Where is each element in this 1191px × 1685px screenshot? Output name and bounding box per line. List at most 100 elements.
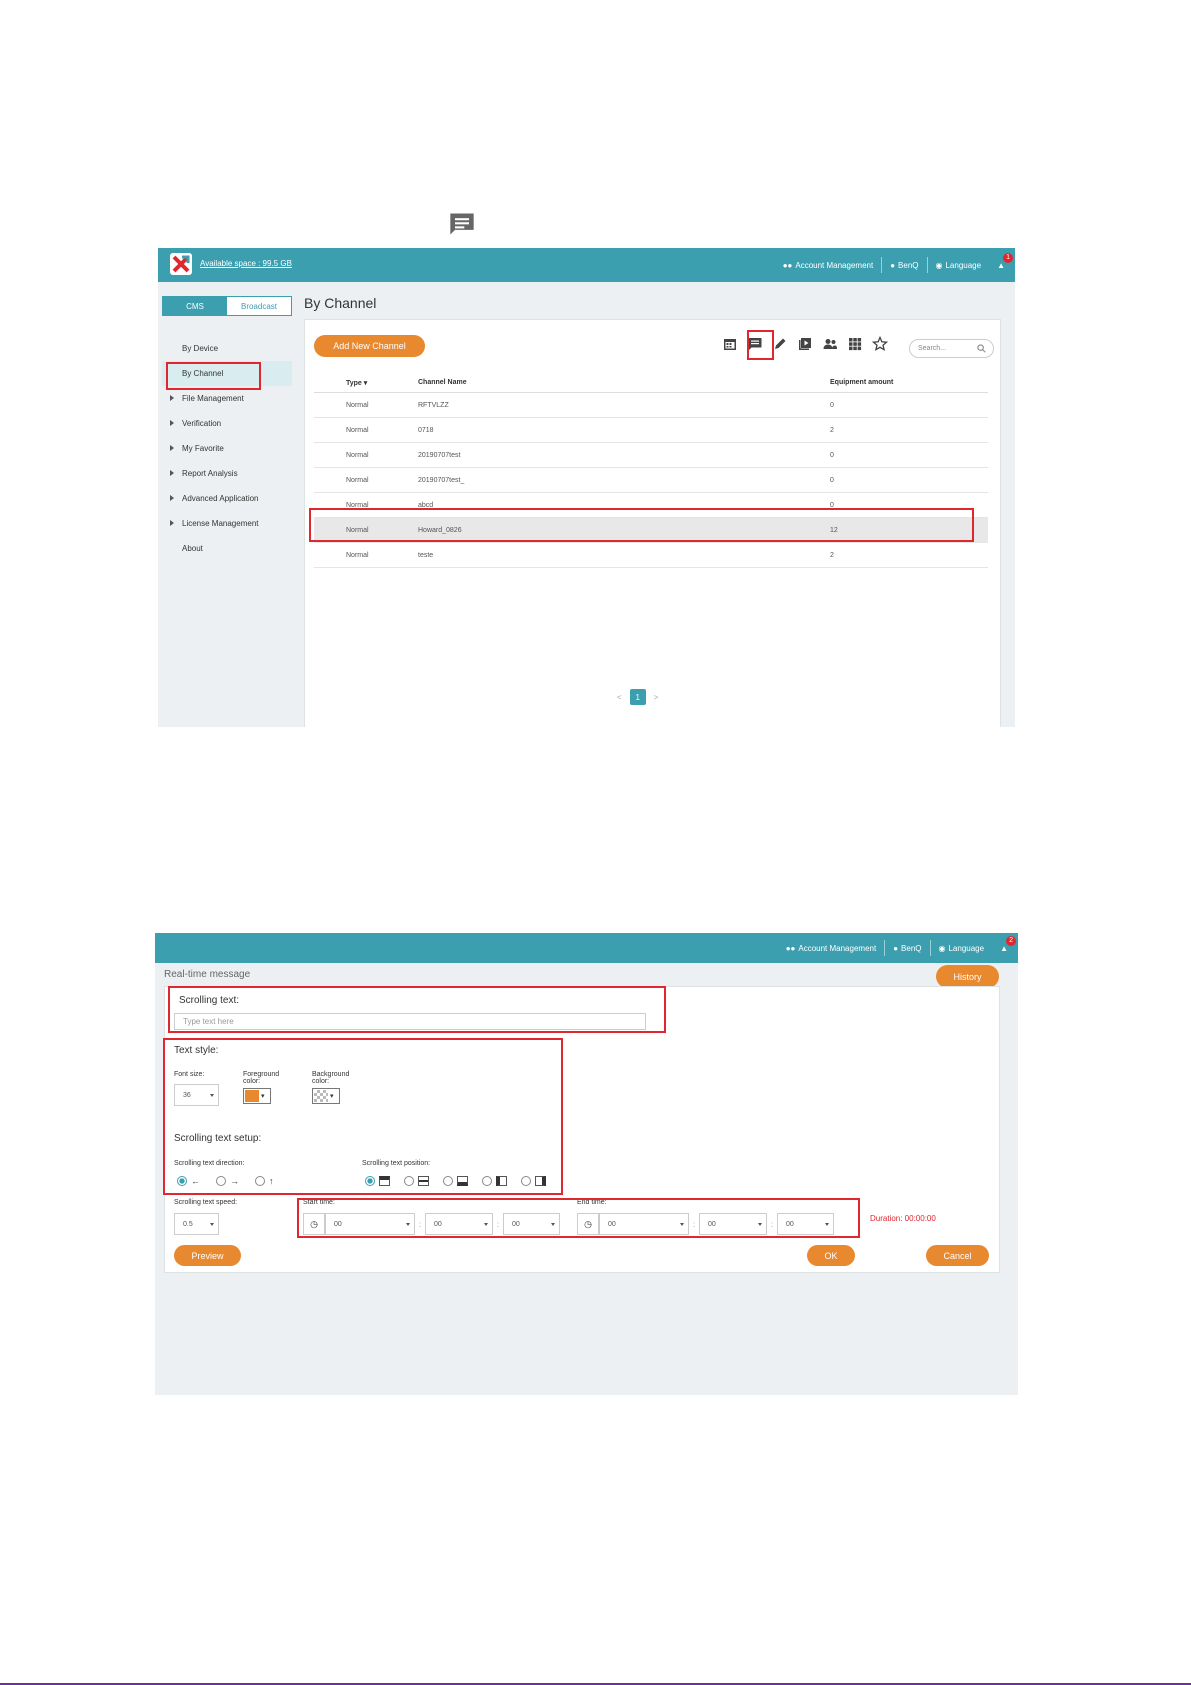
- highlight-selected-row: [309, 508, 974, 542]
- sidebar-item-label: Report Analysis: [182, 469, 238, 478]
- channel-list-screenshot: Available space : 99.5 GB ●● Account Man…: [158, 248, 1015, 727]
- mode-toggle: CMS Broadcast: [162, 296, 292, 316]
- channel-name-column-header: Channel Name: [418, 379, 467, 386]
- highlight-text-style: [163, 1038, 563, 1195]
- edit-icon[interactable]: [772, 336, 788, 352]
- table-cell-equipment: 2: [830, 551, 834, 559]
- user-icon: ●: [893, 943, 899, 953]
- table-row[interactable]: Normal RFTVLZZ 0: [314, 393, 988, 418]
- table-cell-type: Normal: [346, 401, 369, 409]
- highlight-time-range: [297, 1198, 860, 1238]
- next-page[interactable]: >: [654, 693, 659, 702]
- message-icon: [450, 213, 474, 235]
- user-icon: ●: [890, 260, 896, 270]
- users-icon: ●●: [785, 943, 796, 953]
- cancel-button[interactable]: Cancel: [926, 1245, 989, 1266]
- tab-cms[interactable]: CMS: [163, 297, 227, 315]
- notification-bell[interactable]: ▲ 1: [989, 252, 1013, 270]
- caret-right-icon: [170, 445, 174, 451]
- table-row[interactable]: Normal 20190707test_ 0: [314, 468, 988, 493]
- sidebar-item-label: File Management: [182, 394, 244, 403]
- table-cell-type: Normal: [346, 451, 369, 459]
- available-space: Available space : 99.5 GB: [200, 259, 292, 268]
- globe-icon: ◉: [938, 943, 946, 953]
- table-cell-type: Normal: [346, 551, 369, 559]
- table-row[interactable]: Normal teste 2: [314, 543, 988, 568]
- page-title: By Channel: [304, 295, 377, 311]
- sidebar-item-label: By Device: [182, 344, 219, 353]
- sidebar-item-label: License Management: [182, 519, 259, 528]
- add-new-channel-button[interactable]: Add New Channel: [314, 335, 425, 357]
- account-management-link[interactable]: ●● Account Management: [778, 944, 885, 953]
- sidebar-item-3[interactable]: Verification: [162, 411, 292, 436]
- caret-right-icon: [170, 520, 174, 526]
- notification-badge: 1: [1003, 252, 1013, 263]
- ok-button[interactable]: OK: [807, 1245, 855, 1266]
- preview-button[interactable]: Preview: [174, 1245, 241, 1266]
- account-management-link[interactable]: ●● Account Management: [775, 261, 882, 270]
- sidebar-item-label: About: [182, 544, 203, 553]
- sidebar-item-label: Advanced Application: [182, 494, 259, 503]
- top-bar: ●● Account Management ● BenQ ◉ Language …: [155, 933, 1018, 963]
- top-bar: Available space : 99.5 GB ●● Account Man…: [158, 248, 1015, 282]
- sidebar-item-label: My Favorite: [182, 444, 224, 453]
- caret-right-icon: [170, 495, 174, 501]
- equipment-column-header: Equipment amount: [830, 379, 894, 386]
- grid-icon[interactable]: [847, 336, 863, 352]
- table-cell-type: Normal: [346, 426, 369, 434]
- table-cell-name: 0718: [418, 426, 434, 434]
- table-cell-equipment: 0: [830, 451, 834, 459]
- highlight-by-channel: [166, 362, 261, 390]
- caret-right-icon: [170, 420, 174, 426]
- user-menu[interactable]: ● BenQ: [882, 261, 926, 270]
- sidebar-item-8[interactable]: About: [162, 536, 292, 561]
- table-cell-name: RFTVLZZ: [418, 401, 449, 409]
- duration-text: Duration: 00:00:00: [870, 1214, 936, 1223]
- star-icon[interactable]: [872, 336, 888, 352]
- bell-icon: ▲: [997, 260, 1005, 270]
- notification-badge: 2: [1006, 935, 1016, 946]
- caret-right-icon: [170, 395, 174, 401]
- sidebar-item-label: Verification: [182, 419, 222, 428]
- pagination: < 1 >: [617, 689, 658, 705]
- highlight-scrolling-text: [168, 986, 666, 1033]
- language-menu[interactable]: ◉ Language: [931, 944, 993, 953]
- highlight-message-icon: [747, 330, 774, 360]
- sidebar-item-5[interactable]: Report Analysis: [162, 461, 292, 486]
- sidebar-item-4[interactable]: My Favorite: [162, 436, 292, 461]
- table-row[interactable]: Normal 0718 2: [314, 418, 988, 443]
- sidebar-item-6[interactable]: Advanced Application: [162, 486, 292, 511]
- search-placeholder: Search...: [918, 345, 947, 352]
- search-input[interactable]: Search...: [909, 339, 994, 358]
- caret-right-icon: [170, 470, 174, 476]
- sidebar-item-0[interactable]: By Device: [162, 336, 292, 361]
- sidebar: CMS Broadcast By Device By Channel File Ma…: [162, 296, 292, 726]
- speed-select[interactable]: 0.5: [174, 1213, 219, 1235]
- table-cell-name: 20190707test: [418, 451, 461, 459]
- table-cell-name: 20190707test_: [418, 476, 465, 484]
- table-row[interactable]: Normal 20190707test 0: [314, 443, 988, 468]
- prev-page[interactable]: <: [617, 693, 622, 702]
- speed-label: Scrolling text speed:: [174, 1199, 238, 1206]
- page-title: Real-time message: [164, 969, 251, 980]
- user-menu[interactable]: ● BenQ: [885, 944, 929, 953]
- notification-bell[interactable]: ▲ 2: [992, 935, 1016, 953]
- page-1[interactable]: 1: [629, 689, 646, 705]
- table-cell-type: Normal: [346, 476, 369, 484]
- table-cell-equipment: 0: [830, 476, 834, 484]
- users-icon: ●●: [782, 260, 793, 270]
- table-header: Type ▾ Channel Name Equipment amount: [314, 373, 988, 393]
- sidebar-item-7[interactable]: License Management: [162, 511, 292, 536]
- table-cell-equipment: 2: [830, 426, 834, 434]
- app-logo: [170, 253, 192, 275]
- group-icon[interactable]: [822, 336, 838, 352]
- history-button[interactable]: History: [936, 965, 999, 988]
- language-menu[interactable]: ◉ Language: [928, 261, 990, 270]
- tab-broadcast[interactable]: Broadcast: [227, 297, 291, 315]
- globe-icon: ◉: [935, 260, 943, 270]
- bell-icon: ▲: [1000, 943, 1008, 953]
- type-column-header[interactable]: Type ▾: [314, 379, 418, 387]
- calendar-icon[interactable]: [722, 336, 738, 352]
- search-icon: [977, 344, 986, 353]
- media-play-icon[interactable]: [797, 336, 813, 352]
